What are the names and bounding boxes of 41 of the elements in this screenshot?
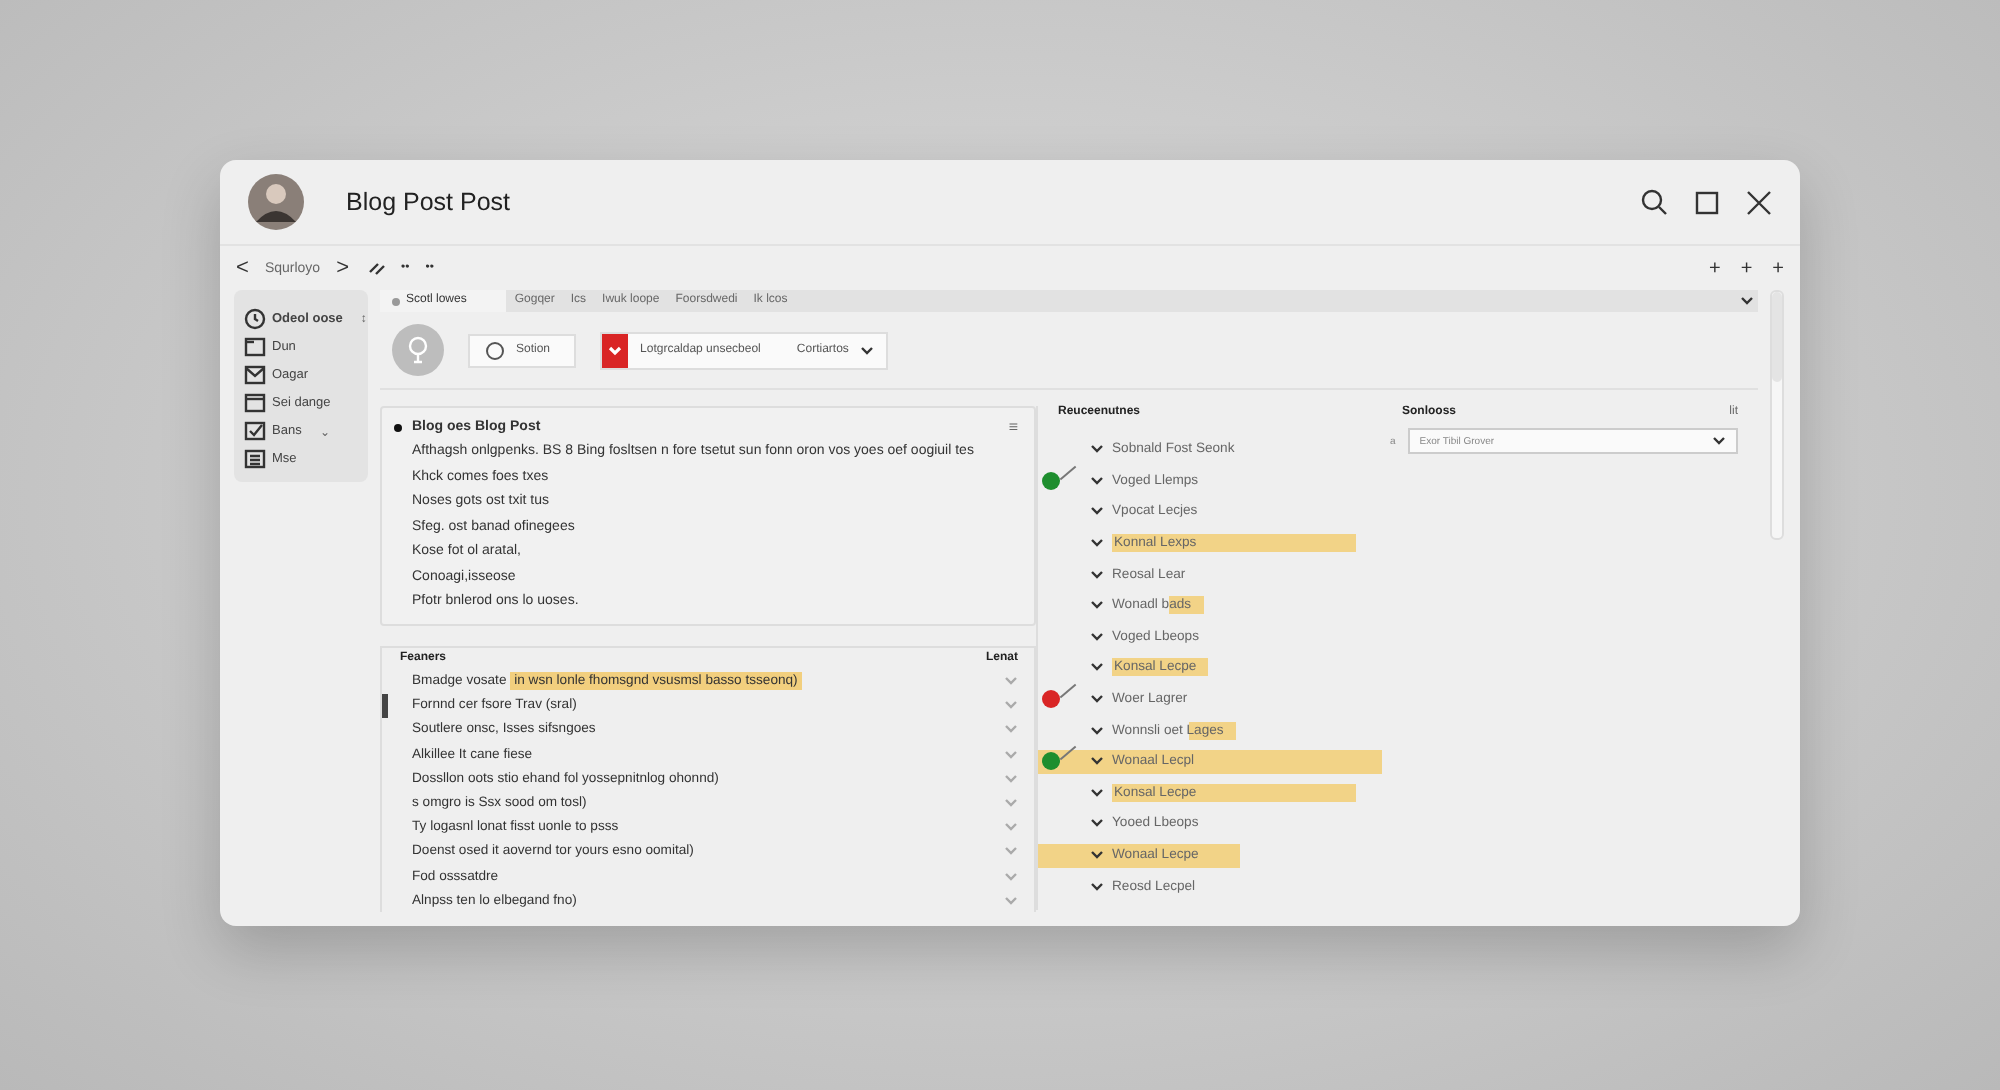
forward-button[interactable]: >: [336, 256, 350, 280]
chevron-icon: [1740, 296, 1754, 306]
window-title: Blog Post Post: [346, 188, 510, 216]
chevron-icon: [1090, 818, 1104, 829]
add-button[interactable]: +: [1772, 257, 1784, 279]
window-icon: [244, 392, 266, 414]
chevron-icon: [1090, 881, 1104, 892]
folder-icon: [244, 336, 266, 358]
chevron-icon: [1090, 538, 1104, 549]
chevron-icon: [1090, 662, 1104, 673]
search-icon: [1640, 188, 1668, 216]
chevron-icon: [1712, 436, 1726, 446]
add-button[interactable]: +: [1740, 257, 1753, 279]
radio-button[interactable]: [486, 341, 504, 359]
chevron-icon: [1090, 600, 1104, 611]
chevron-icon: [1090, 756, 1104, 767]
chevron-icon: [1090, 725, 1104, 736]
chevron-icon: [1090, 475, 1104, 486]
close-icon: [1746, 189, 1772, 215]
dropdown-button[interactable]: [602, 333, 629, 367]
clock-icon: [244, 308, 266, 330]
menu-button[interactable]: ≡: [1008, 418, 1018, 436]
chevron-icon: [1090, 850, 1104, 861]
scrollbar[interactable]: [1770, 290, 1784, 540]
chevron-icon: [1090, 569, 1104, 580]
list-icon: [244, 448, 266, 470]
chevron-icon: [608, 345, 623, 355]
bullet-icon: [394, 423, 402, 431]
avatar: [246, 172, 306, 232]
checkbox-icon: [244, 420, 266, 442]
chevron-icon: [1090, 787, 1104, 798]
chevron-icon: [860, 345, 875, 355]
mail-icon: [244, 364, 266, 386]
chevron-icon: [1090, 631, 1104, 642]
maximize-icon: [1694, 189, 1720, 215]
chevron-icon: [1090, 444, 1104, 455]
chevron-icon: [1090, 694, 1104, 705]
lightbulb-icon: [392, 324, 444, 376]
chevron-icon: [1090, 506, 1104, 517]
back-button[interactable]: <: [236, 256, 249, 280]
add-button[interactable]: +: [1708, 257, 1721, 279]
